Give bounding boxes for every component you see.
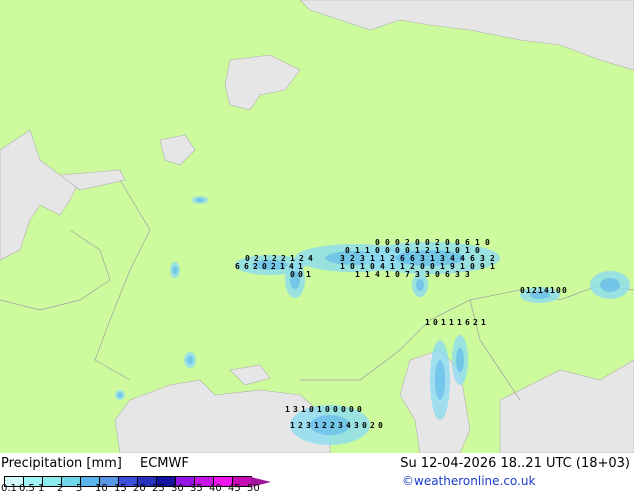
precip-value: 1 bbox=[526, 286, 531, 295]
scale-tick: 0.5 bbox=[19, 483, 35, 494]
credit-link[interactable]: ©weatheronline.co.uk bbox=[402, 474, 535, 488]
scale-tick: 5 bbox=[76, 483, 83, 494]
precip-value: 1 bbox=[457, 318, 462, 327]
scale-tick: 15 bbox=[114, 483, 127, 494]
precip-area bbox=[172, 266, 178, 274]
precip-area bbox=[187, 356, 193, 364]
valid-datetime: Su 12-04-2026 18..21 UTC (18+03) bbox=[400, 456, 630, 471]
scale-tick: 25 bbox=[152, 483, 165, 494]
legend-title: Precipitation [mm] bbox=[1, 456, 122, 471]
precip-value: 4 bbox=[346, 421, 351, 430]
precip-value: 1 bbox=[425, 318, 430, 327]
scale-tick: 10 bbox=[95, 483, 108, 494]
precip-area bbox=[416, 279, 424, 291]
precip-value: 2 bbox=[370, 421, 375, 430]
precip-value: 3 bbox=[338, 421, 343, 430]
precip-value: 1 bbox=[280, 262, 285, 271]
precip-value: 1 bbox=[301, 405, 306, 414]
precip-value: 0 bbox=[341, 405, 346, 414]
precip-value: 1 bbox=[306, 270, 311, 279]
precip-value: 6 bbox=[235, 262, 240, 271]
precip-value: 0 bbox=[556, 286, 561, 295]
scale-tick: 35 bbox=[190, 483, 203, 494]
precip-area bbox=[196, 198, 204, 202]
precip-value: 2 bbox=[253, 262, 258, 271]
scale-tick: 40 bbox=[209, 483, 222, 494]
precip-value: 7 bbox=[405, 270, 410, 279]
scale-tick: 1 bbox=[38, 483, 45, 494]
precip-value: 6 bbox=[244, 262, 249, 271]
precip-value: 3 bbox=[293, 405, 298, 414]
precip-value: 1 bbox=[441, 318, 446, 327]
precip-value: 6 bbox=[445, 270, 450, 279]
model-name: ECMWF bbox=[140, 456, 189, 471]
precip-value: 3 bbox=[455, 270, 460, 279]
precip-value: 0 bbox=[470, 262, 475, 271]
precip-value: 0 bbox=[395, 270, 400, 279]
scale-tick: 30 bbox=[171, 483, 184, 494]
precip-value: 2 bbox=[322, 421, 327, 430]
precip-value: 1 bbox=[314, 421, 319, 430]
precip-value: 1 bbox=[355, 270, 360, 279]
precip-value: 0 bbox=[290, 270, 295, 279]
precipitation-map[interactable]: 0002002006100110000121101002122124323112… bbox=[0, 0, 634, 454]
precip-value: 0 bbox=[378, 421, 383, 430]
scale-tick: 50 bbox=[247, 483, 260, 494]
precip-value: 1 bbox=[340, 262, 345, 271]
precip-area bbox=[435, 360, 445, 400]
precip-area bbox=[456, 347, 464, 373]
precip-value: 0 bbox=[562, 286, 567, 295]
precip-value: 1 bbox=[550, 286, 555, 295]
precip-area bbox=[600, 278, 620, 292]
precip-value: 1 bbox=[385, 270, 390, 279]
scale-tick: 0.1 bbox=[1, 483, 17, 494]
precip-value: 4 bbox=[375, 270, 380, 279]
precip-value: 1 bbox=[538, 286, 543, 295]
precip-value: 4 bbox=[544, 286, 549, 295]
precip-value: 0 bbox=[333, 405, 338, 414]
precip-value: 1 bbox=[449, 318, 454, 327]
precip-value: 9 bbox=[480, 262, 485, 271]
precip-area bbox=[117, 392, 123, 398]
precip-value: 3 bbox=[425, 270, 430, 279]
precip-value: 0 bbox=[362, 421, 367, 430]
precip-value: 3 bbox=[306, 421, 311, 430]
scale-tick: 20 bbox=[133, 483, 146, 494]
scale-tick: 2 bbox=[57, 483, 64, 494]
precip-value: 1 bbox=[290, 421, 295, 430]
precip-value: 0 bbox=[298, 270, 303, 279]
precip-value: 0 bbox=[433, 318, 438, 327]
precip-value: 0 bbox=[349, 405, 354, 414]
precip-value: 1 bbox=[285, 405, 290, 414]
precip-value: 4 bbox=[308, 254, 313, 263]
precip-value: 0 bbox=[325, 405, 330, 414]
precip-value: 1 bbox=[317, 405, 322, 414]
precip-value: 0 bbox=[262, 262, 267, 271]
precip-value: 0 bbox=[485, 238, 490, 247]
precip-value: 3 bbox=[415, 270, 420, 279]
precip-value: 2 bbox=[473, 318, 478, 327]
precip-value: 0 bbox=[309, 405, 314, 414]
precip-value: 1 bbox=[365, 270, 370, 279]
precip-value: 3 bbox=[354, 421, 359, 430]
precip-value: 2 bbox=[271, 262, 276, 271]
map-canvas: 0 0 0 2 0 0 2 0 0 6 1 00 1 1 0 0 0 0 1 2 1 1 0 1 00 2 1 2 2 1 2 4 3 2 3 1 1 2… bbox=[0, 0, 634, 454]
precip-value: 0 bbox=[520, 286, 525, 295]
precip-value: 6 bbox=[465, 318, 470, 327]
precip-value: 0 bbox=[435, 270, 440, 279]
precip-value: 1 bbox=[481, 318, 486, 327]
scale-tick: 45 bbox=[228, 483, 241, 494]
precip-value: 2 bbox=[298, 421, 303, 430]
legend: Precipitation [mm] ECMWF Su 12-04-2026 1… bbox=[0, 453, 634, 494]
precip-value: 2 bbox=[330, 421, 335, 430]
precip-value: 3 bbox=[465, 270, 470, 279]
precip-value: 1 bbox=[490, 262, 495, 271]
precip-value: 2 bbox=[532, 286, 537, 295]
precip-value: 0 bbox=[357, 405, 362, 414]
